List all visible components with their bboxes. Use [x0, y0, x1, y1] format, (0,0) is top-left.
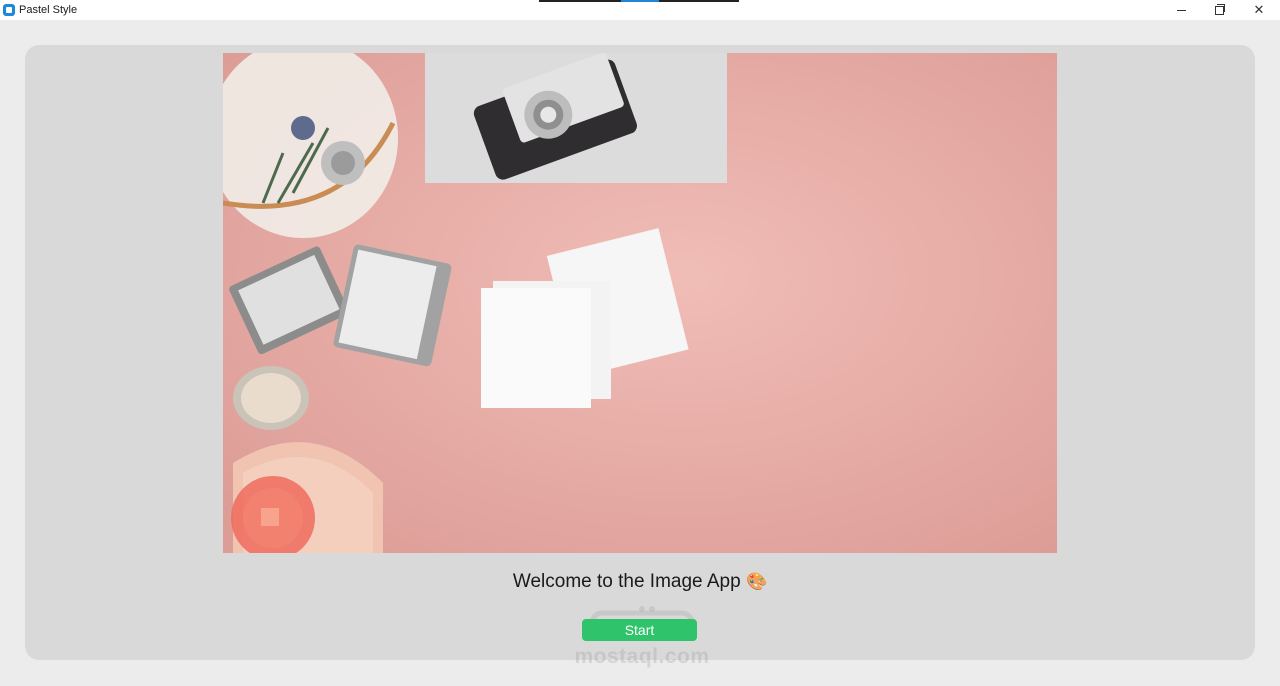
restore-icon: [1214, 3, 1225, 15]
title-bar[interactable]: Pastel Style ✕: [0, 0, 1280, 20]
watermark-text: mostaql.com: [574, 645, 710, 668]
main-card: Welcome to the Image App 🎨 Start mostaql…: [25, 45, 1255, 668]
minimize-icon: [1176, 9, 1186, 11]
hero-image: [223, 53, 1057, 553]
window-title: Pastel Style: [19, 4, 78, 16]
hero-photo-illustration: [223, 53, 1057, 553]
start-button[interactable]: Start: [582, 619, 697, 641]
app-icon: [3, 4, 15, 16]
close-button[interactable]: ✕: [1240, 0, 1278, 20]
welcome-text: Welcome to the Image App: [512, 571, 741, 592]
welcome-heading: Welcome to the Image App 🎨: [25, 571, 1255, 593]
drag-handle[interactable]: [539, 0, 739, 2]
palette-icon: 🎨: [745, 572, 768, 592]
close-icon: ✕: [1253, 2, 1265, 18]
minimize-button[interactable]: [1162, 0, 1200, 20]
restore-button[interactable]: [1200, 0, 1238, 20]
